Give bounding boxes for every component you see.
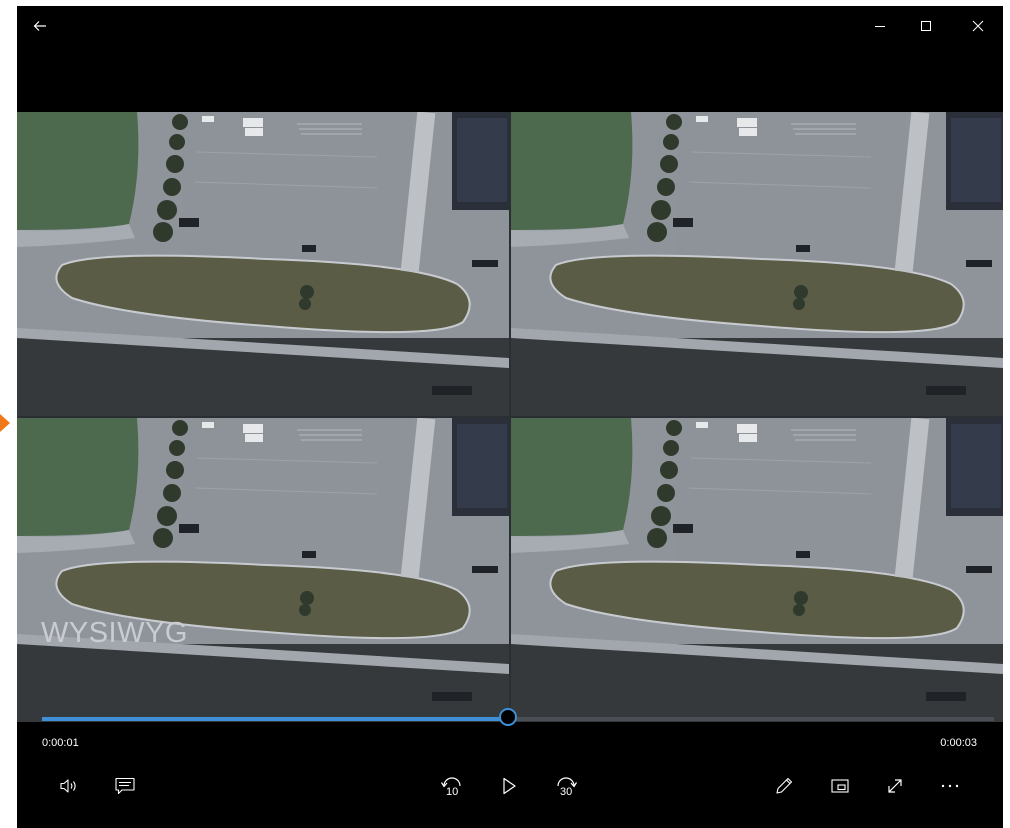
aerial-video-scene bbox=[17, 418, 509, 722]
mini-view-icon bbox=[830, 777, 850, 795]
video-tile-bottom-right bbox=[511, 418, 1003, 722]
watermark-text: WYSIWYG bbox=[41, 617, 188, 649]
back-button[interactable] bbox=[17, 6, 63, 46]
more-options-button[interactable] bbox=[928, 764, 972, 808]
more-icon bbox=[940, 783, 960, 789]
back-arrow-icon bbox=[33, 19, 47, 33]
aerial-video-scene bbox=[17, 112, 509, 416]
time-total: 0:00:03 bbox=[940, 737, 977, 749]
fullscreen-button[interactable] bbox=[873, 764, 917, 808]
play-button[interactable] bbox=[487, 764, 531, 808]
minimize-button[interactable] bbox=[857, 6, 903, 46]
close-button[interactable] bbox=[955, 6, 1001, 46]
video-player-window: WYSIWYG 0:00:01 0:00:03 10 30 bbox=[17, 6, 1003, 828]
seek-bar-thumb[interactable] bbox=[499, 708, 518, 726]
pencil-icon bbox=[774, 776, 794, 796]
captions-button[interactable] bbox=[103, 764, 147, 808]
time-elapsed: 0:00:01 bbox=[42, 737, 79, 749]
volume-icon bbox=[59, 777, 81, 795]
minimize-icon bbox=[874, 20, 886, 32]
fullscreen-icon bbox=[885, 776, 905, 796]
title-bar bbox=[17, 6, 1003, 46]
skip-forward-button[interactable]: 30 bbox=[544, 764, 588, 808]
video-tile-top-left bbox=[17, 112, 509, 416]
video-tile-top-right bbox=[511, 112, 1003, 416]
captions-icon bbox=[114, 776, 136, 796]
play-icon bbox=[500, 776, 518, 796]
skip-back-button[interactable]: 10 bbox=[430, 764, 474, 808]
close-icon bbox=[972, 20, 984, 32]
maximize-button[interactable] bbox=[903, 6, 949, 46]
maximize-icon bbox=[920, 20, 932, 32]
edit-button[interactable] bbox=[762, 764, 806, 808]
mini-view-button[interactable] bbox=[818, 764, 862, 808]
video-tile-bottom-left bbox=[17, 418, 509, 722]
skip-back-label: 10 bbox=[446, 786, 459, 798]
seek-bar[interactable] bbox=[42, 717, 994, 721]
aerial-video-scene bbox=[511, 112, 1003, 416]
seek-bar-progress bbox=[42, 717, 509, 721]
skip-forward-label: 30 bbox=[560, 786, 573, 798]
side-marker-arrow bbox=[0, 414, 10, 432]
skip-back-icon: 10 bbox=[438, 771, 466, 801]
volume-button[interactable] bbox=[48, 764, 92, 808]
skip-forward-icon: 30 bbox=[552, 771, 580, 801]
aerial-video-scene bbox=[511, 418, 1003, 722]
